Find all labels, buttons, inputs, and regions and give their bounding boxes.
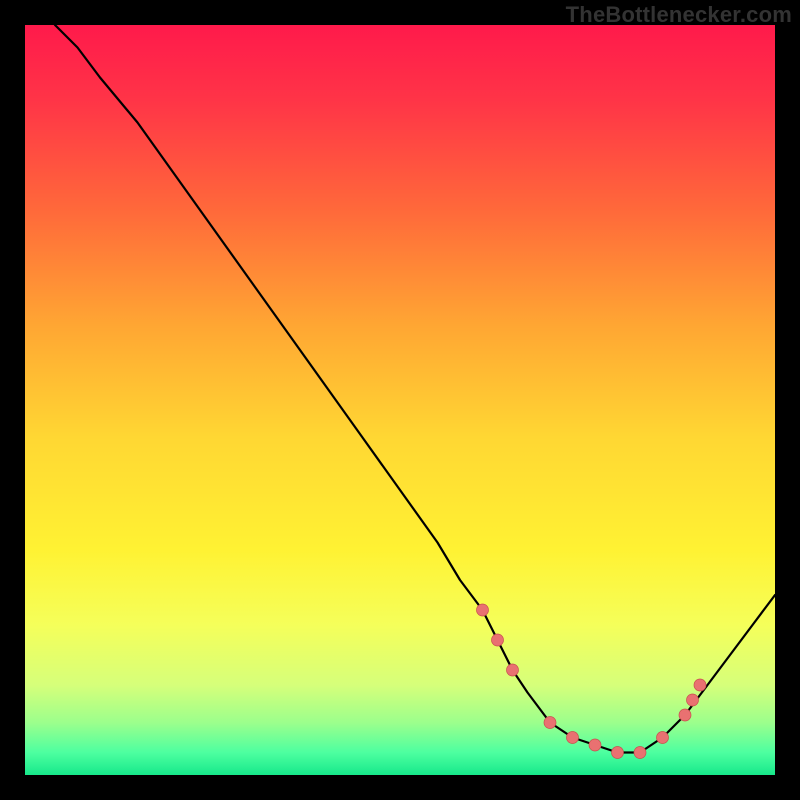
- plot-area: [25, 25, 775, 775]
- highlight-point: [679, 709, 691, 721]
- highlight-point: [687, 694, 699, 706]
- highlight-point: [694, 679, 706, 691]
- highlight-point: [657, 732, 669, 744]
- chart-frame: TheBottlenecker.com: [0, 0, 800, 800]
- highlight-point: [544, 717, 556, 729]
- highlight-point: [589, 739, 601, 751]
- highlight-point: [612, 747, 624, 759]
- highlight-point: [492, 634, 504, 646]
- highlight-point: [477, 604, 489, 616]
- gradient-background: [25, 25, 775, 775]
- highlight-point: [634, 747, 646, 759]
- highlight-point: [507, 664, 519, 676]
- plot-svg: [25, 25, 775, 775]
- highlight-point: [567, 732, 579, 744]
